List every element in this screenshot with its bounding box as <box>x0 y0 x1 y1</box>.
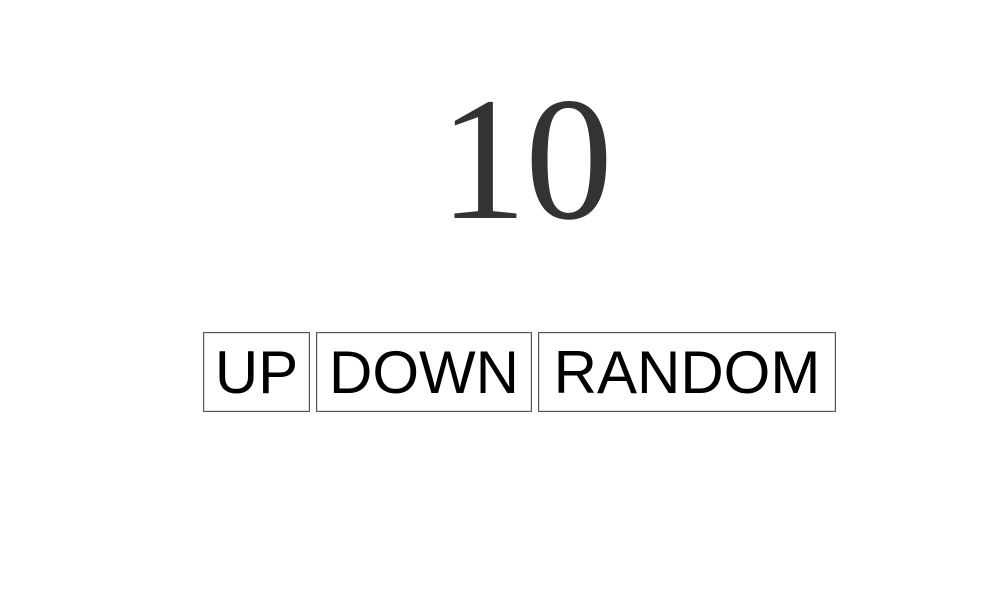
down-button[interactable]: DOWN <box>316 332 532 412</box>
controls-row: UP DOWN RANDOM <box>203 332 836 412</box>
counter-display: 10 <box>439 62 613 257</box>
random-button[interactable]: RANDOM <box>538 332 836 412</box>
counter-page: 10 UP DOWN RANDOM <box>0 0 1004 593</box>
up-button[interactable]: UP <box>203 332 310 412</box>
